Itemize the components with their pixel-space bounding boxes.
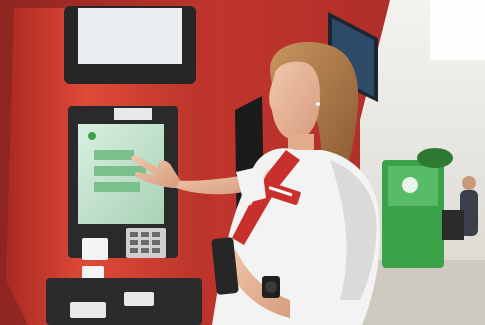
touchscreen-button[interactable] — [94, 150, 134, 160]
touchscreen-button[interactable] — [94, 182, 140, 192]
background-person-head — [462, 176, 476, 190]
keypad-keys — [130, 232, 160, 253]
plant — [417, 148, 453, 168]
kiosk-top-screen — [78, 8, 182, 64]
deposit-slot[interactable] — [124, 292, 154, 306]
kiosk-label-plate — [114, 108, 152, 120]
ceiling-panel — [430, 0, 485, 60]
card-reader[interactable] — [82, 238, 108, 260]
touchscreen-logo-icon — [88, 132, 96, 140]
background-chair — [442, 210, 464, 240]
cash-slot[interactable] — [70, 302, 106, 318]
photo-kiosk-scene — [0, 0, 485, 325]
bank-logo-icon — [402, 177, 418, 193]
earring — [316, 102, 320, 106]
watch-face — [265, 281, 277, 293]
